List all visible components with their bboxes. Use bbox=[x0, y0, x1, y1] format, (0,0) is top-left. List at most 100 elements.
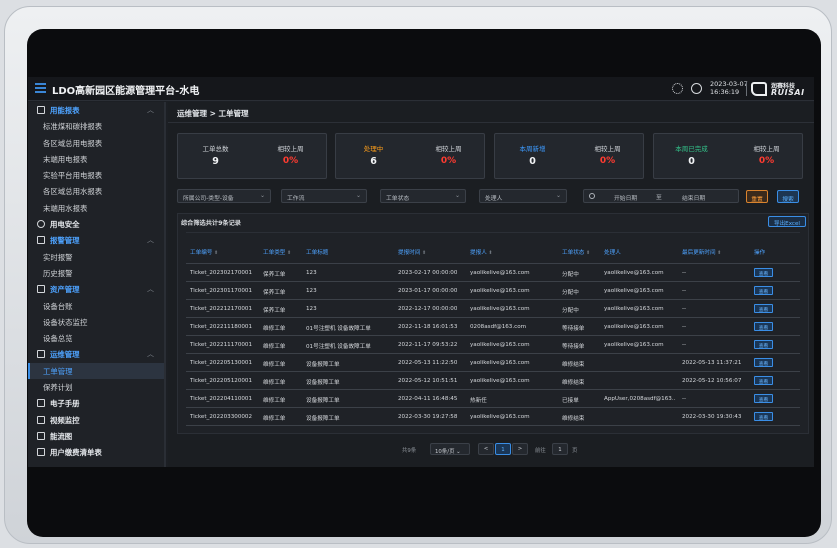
sidebar-group-21[interactable]: 用户缴费清单表 bbox=[28, 444, 164, 460]
sidebar-group-0[interactable]: ︿ 用能报表 bbox=[28, 102, 164, 118]
table-cell: 等待接单 bbox=[562, 326, 585, 332]
sidebar-item-10[interactable]: 历史报警 bbox=[28, 265, 164, 281]
goto-page-input[interactable]: 1 bbox=[552, 443, 568, 455]
alarm-icon bbox=[37, 236, 45, 245]
sidebar-group-7[interactable]: 用电安全 bbox=[28, 216, 164, 232]
stat-compare-value: 0% bbox=[440, 156, 457, 166]
sidebar-group-11[interactable]: ︿ 资产管理 bbox=[28, 281, 164, 297]
table-cell: 2022-04-11 16:48:45 bbox=[398, 396, 458, 402]
menu-icon[interactable] bbox=[35, 83, 46, 93]
column-header-label: 工单类型 bbox=[263, 250, 286, 256]
table-cell: 维修工单 bbox=[263, 416, 286, 422]
view-button[interactable]: 查看 bbox=[754, 394, 773, 403]
sort-icon[interactable]: ⬍ bbox=[285, 250, 291, 256]
table-cell: yaolikelive@163.com bbox=[470, 414, 530, 420]
view-button[interactable]: 查看 bbox=[754, 376, 773, 385]
start-date[interactable]: 开始日期 bbox=[614, 193, 637, 202]
column-header[interactable]: 工单编号 ⬍ bbox=[190, 248, 218, 256]
view-button[interactable]: 查看 bbox=[754, 358, 773, 367]
table-row: Ticket_202211180001 维修工单 01号注塑机 设备故障工单 2022… bbox=[186, 318, 800, 336]
sidebar-item-17[interactable]: 保养计划 bbox=[28, 379, 164, 395]
view-button[interactable]: 查看 bbox=[754, 340, 773, 349]
search-button[interactable]: 搜索 bbox=[777, 190, 799, 203]
sidebar-item-4[interactable]: 实验平台用电报表 bbox=[28, 167, 164, 183]
sidebar-item-label: 用能报表 bbox=[50, 106, 80, 115]
view-button[interactable]: 查看 bbox=[754, 322, 773, 331]
chevron-up-icon: ︿ bbox=[147, 285, 154, 294]
prev-page-button[interactable]: < bbox=[478, 443, 494, 455]
end-date[interactable]: 结束日期 bbox=[682, 193, 705, 202]
sort-icon[interactable]: ⬍ bbox=[716, 250, 721, 256]
column-header[interactable]: 工单类型 ⬍ bbox=[263, 248, 291, 256]
table-cell: Ticket_202205130001 bbox=[190, 360, 253, 366]
sidebar-item-12[interactable]: 设备台账 bbox=[28, 298, 164, 314]
view-button[interactable]: 查看 bbox=[754, 286, 773, 295]
table-cell: 2022-05-12 10:56:07 bbox=[682, 378, 742, 384]
sidebar-item-label: 实时报警 bbox=[43, 252, 73, 262]
sidebar-item-label: 工单管理 bbox=[43, 366, 73, 376]
sidebar-item-1[interactable]: 标准煤和碳排报表 bbox=[28, 118, 164, 134]
table-cell: 2022-05-12 10:51:51 bbox=[398, 378, 458, 384]
chevron-down-icon: ⌄ bbox=[555, 192, 561, 199]
page-size-select[interactable]: 10条/页 ⌄ bbox=[430, 443, 470, 455]
top-bar: LDO高新园区能源管理平台-水电 2023-03-07 16:36:19 润赛科… bbox=[28, 77, 814, 101]
reset-button[interactable]: 重置 bbox=[746, 190, 768, 203]
table-cell: yaolikelive@163.com bbox=[604, 288, 664, 294]
view-button[interactable]: 查看 bbox=[754, 268, 773, 277]
sidebar-group-20[interactable]: 能流图 bbox=[28, 428, 164, 444]
stat-value: 0 bbox=[529, 156, 536, 167]
table-row: Ticket_202205120001 维修工单 设备报障工单 2022-05-12 … bbox=[186, 372, 800, 390]
sidebar-item-2[interactable]: 各区域总用电报表 bbox=[28, 135, 164, 151]
goto-suffix: 页 bbox=[572, 448, 578, 454]
sidebar: ︿ 用能报表 标准煤和碳排报表 各区域总用电报表 末端用电报表 实验平台用电报表 各区域总用… bbox=[28, 102, 166, 467]
table-cell: 维修工单 bbox=[263, 380, 286, 386]
sidebar-group-15[interactable]: ︿ 运维管理 bbox=[28, 346, 164, 362]
sidebar-item-13[interactable]: 设备状态监控 bbox=[28, 314, 164, 330]
sidebar-group-8[interactable]: ︿ 报警管理 bbox=[28, 232, 164, 248]
column-header[interactable]: 提报时间 ⬍ bbox=[398, 248, 426, 256]
column-header[interactable]: 工单状态 ⬍ bbox=[562, 248, 590, 256]
settings-icon[interactable] bbox=[672, 83, 683, 94]
column-header[interactable]: 最后更新时间 ⬍ bbox=[682, 248, 721, 256]
date-range-picker[interactable]: 开始日期 至 结束日期 bbox=[583, 189, 739, 203]
view-button[interactable]: 查看 bbox=[754, 304, 773, 313]
asset-icon bbox=[37, 285, 45, 294]
handler-select[interactable]: 处理人 ⌄ bbox=[479, 189, 567, 203]
sidebar-item-label: 各区域总用水报表 bbox=[43, 187, 103, 197]
user-icon[interactable] bbox=[691, 83, 702, 94]
stat-label: 本周新增 bbox=[519, 145, 546, 153]
filter-bar: 所属公司-类型-设备 ⌄ 工作流 ⌄ 工单状态 ⌄ 处理人 ⌄ 开始日期 至 结束日期 … bbox=[168, 189, 814, 213]
table-cell: yaolikelive@163.com bbox=[604, 342, 664, 348]
table-cell: 设备报障工单 bbox=[306, 380, 340, 386]
sidebar-group-18[interactable]: 电子手册 bbox=[28, 395, 164, 411]
chevron-down-icon: ⌄ bbox=[259, 192, 265, 199]
stat-compare-label: 相较上周 bbox=[594, 145, 621, 153]
sidebar-item-label: 末端用电报表 bbox=[43, 154, 88, 164]
sidebar-item-16[interactable]: 工单管理 bbox=[28, 362, 164, 380]
sort-icon[interactable]: ⬍ bbox=[420, 250, 426, 256]
sidebar-item-6[interactable]: 末端用水报表 bbox=[28, 200, 164, 216]
video-icon bbox=[37, 415, 45, 424]
table-cell: 123 bbox=[306, 288, 317, 294]
status-select[interactable]: 工单状态 ⌄ bbox=[380, 189, 466, 203]
column-header[interactable]: 提报人 ⬍ bbox=[470, 248, 493, 256]
sidebar-item-3[interactable]: 末端用电报表 bbox=[28, 151, 164, 167]
view-button[interactable]: 查看 bbox=[754, 412, 773, 421]
sidebar-item-5[interactable]: 各区域总用水报表 bbox=[28, 183, 164, 199]
sidebar-item-14[interactable]: 设备总览 bbox=[28, 330, 164, 346]
stat-label: 本周已完成 bbox=[675, 145, 708, 153]
sort-icon[interactable]: ⬍ bbox=[487, 250, 492, 256]
sidebar-group-19[interactable]: 视频监控 bbox=[28, 412, 164, 428]
sidebar-item-9[interactable]: 实时报警 bbox=[28, 249, 164, 265]
workflow-select[interactable]: 工作流 ⌄ bbox=[281, 189, 367, 203]
page-number-current[interactable]: 1 bbox=[495, 443, 511, 455]
next-page-button[interactable]: > bbox=[512, 443, 528, 455]
export-excel-button[interactable]: 导出Excel bbox=[768, 216, 806, 227]
company-type-select[interactable]: 所属公司-类型-设备 ⌄ bbox=[177, 189, 271, 203]
sidebar-item-label: 设备总览 bbox=[43, 334, 73, 344]
table-cell: Ticket_202302170001 bbox=[190, 270, 253, 276]
sort-icon[interactable]: ⬍ bbox=[584, 250, 590, 256]
logo-mark-icon bbox=[751, 82, 767, 96]
table-cell: yaolikelive@163.com bbox=[470, 288, 530, 294]
sort-icon[interactable]: ⬍ bbox=[212, 250, 218, 256]
